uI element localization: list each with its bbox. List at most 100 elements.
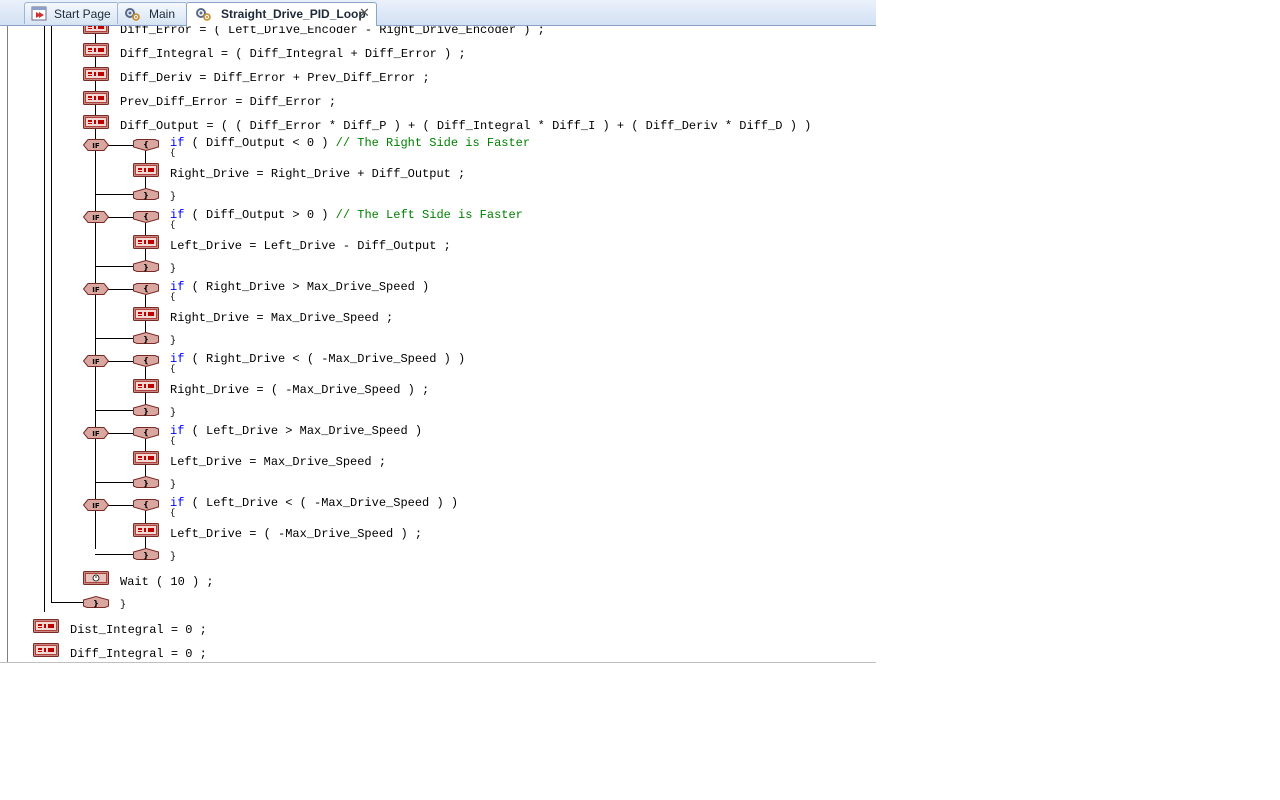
close-brace-block-icon[interactable] [133,332,159,344]
if-block-icon[interactable] [83,427,109,439]
close-brace-block-icon[interactable] [133,260,159,272]
assignment-block-icon[interactable] [133,307,159,321]
tab-start-page-label: Start Page [54,7,111,21]
assignment-block-icon[interactable] [133,379,159,393]
open-brace-block-icon[interactable] [133,211,159,223]
if-block-icon[interactable] [83,499,109,511]
code-line-if[interactable]: if ( Left_Drive > Max_Drive_Speed ) [170,424,422,438]
if-connector [107,505,134,506]
assignment-block-icon[interactable] [133,451,159,465]
open-brace: { [170,508,176,518]
close-tab-icon[interactable]: ✕ [359,5,370,21]
if-condition: ( Left_Drive < ( -Max_Drive_Speed ) ) [184,496,459,510]
editor-gutter [0,26,8,662]
code-line[interactable]: Diff_Integral = ( Diff_Integral + Diff_E… [120,47,466,61]
code-line[interactable]: Left_Drive = Left_Drive - Diff_Output ; [170,239,451,253]
code-line[interactable]: Diff_Output = ( ( Diff_Error * Diff_P ) … [120,119,811,133]
if-close-connector [95,482,133,483]
code-line[interactable]: Left_Drive = ( -Max_Drive_Speed ) ; [170,527,422,541]
if-block-icon[interactable] [83,283,109,295]
if-condition: ( Left_Drive > Max_Drive_Speed ) [184,424,423,438]
open-brace-block-icon[interactable] [133,283,159,295]
document-tab-bar: Start Page Main Straight_Drive_PID_Loop … [0,0,876,26]
close-brace: } [170,192,177,203]
code-line-if[interactable]: if ( Diff_Output > 0 ) // The Left Side … [170,208,523,222]
assignment-block-icon[interactable] [83,115,109,129]
tab-start-page[interactable]: Start Page [24,2,119,24]
if-close-connector [95,194,133,195]
open-brace: { [170,148,176,158]
if-close-connector [95,266,133,267]
vex-program-editor-window: Start Page Main Straight_Drive_PID_Loop … [0,0,876,664]
code-line[interactable]: Right_Drive = Right_Drive + Diff_Output … [170,167,465,181]
if-connector [107,361,134,362]
if-close-connector [95,338,133,339]
if-block-icon[interactable] [83,355,109,367]
code-line[interactable]: Right_Drive = Max_Drive_Speed ; [170,311,393,325]
assignment-block-icon[interactable] [33,643,59,657]
code-line-if[interactable]: if ( Right_Drive < ( -Max_Drive_Speed ) … [170,352,465,366]
tree-line-loop-end [51,602,83,603]
tab-straight-drive-pid-loop[interactable]: Straight_Drive_PID_Loop ✕ [186,2,377,26]
wait-block-icon[interactable] [83,571,109,585]
close-brace: } [170,480,177,491]
tab-main-label: Main [149,7,176,21]
code-editor[interactable]: Diff_Error = ( Left_Drive_Encoder - Righ… [0,26,876,662]
code-line[interactable]: Diff_Error = ( Left_Drive_Encoder - Righ… [120,26,545,37]
open-brace: { [170,364,176,374]
open-brace: { [170,292,176,302]
close-brace: } [170,552,177,563]
assignment-block-icon[interactable] [133,163,159,177]
close-brace-block-icon[interactable] [133,188,159,200]
close-brace: } [170,336,177,347]
if-connector [107,217,134,218]
code-line[interactable]: Dist_Integral = 0 ; [70,623,207,637]
assignment-block-icon[interactable] [133,523,159,537]
if-close-connector [95,410,133,411]
editor-bottom-border [0,662,876,663]
code-line[interactable]: Prev_Diff_Error = Diff_Error ; [120,95,336,109]
if-condition: ( Diff_Output > 0 ) [184,208,336,222]
open-brace-block-icon[interactable] [133,355,159,367]
code-line[interactable]: Diff_Integral = 0 ; [70,647,207,661]
close-brace-block-icon[interactable] [133,548,159,560]
if-connector [107,289,134,290]
if-condition: ( Right_Drive > Max_Drive_Speed ) [184,280,430,294]
assignment-block-icon[interactable] [33,619,59,633]
close-brace: } [170,408,177,419]
if-condition: ( Diff_Output < 0 ) [184,136,336,150]
code-line[interactable]: Wait ( 10 ) ; [120,575,214,589]
if-connector [107,433,134,434]
if-close-connector [95,554,133,555]
close-brace-block-icon[interactable] [83,596,109,608]
open-brace: { [170,220,176,230]
assignment-block-icon[interactable] [83,91,109,105]
assignment-block-icon[interactable] [133,235,159,249]
assignment-block-icon[interactable] [83,43,109,57]
open-brace-block-icon[interactable] [133,139,159,151]
if-connector [107,145,134,146]
code-line-if[interactable]: if ( Diff_Output < 0 ) // The Right Side… [170,136,530,150]
tree-line-outer [44,26,45,612]
code-line[interactable]: Right_Drive = ( -Max_Drive_Speed ) ; [170,383,429,397]
tree-line-loop [51,26,52,602]
code-comment: // The Right Side is Faster [335,136,531,150]
tab-straight-drive-pid-loop-label: Straight_Drive_PID_Loop [221,7,366,21]
close-brace: } [170,264,177,275]
code-line[interactable]: Diff_Deriv = Diff_Error + Prev_Diff_Erro… [120,71,430,85]
assignment-block-icon[interactable] [83,26,109,34]
code-line[interactable]: Left_Drive = Max_Drive_Speed ; [170,455,386,469]
assignment-block-icon[interactable] [83,67,109,81]
open-brace: { [170,436,176,446]
tab-main[interactable]: Main [117,2,188,24]
program-icon [125,8,140,21]
if-block-icon[interactable] [83,211,109,223]
close-brace-block-icon[interactable] [133,476,159,488]
open-brace-block-icon[interactable] [133,499,159,511]
code-line-if[interactable]: if ( Left_Drive < ( -Max_Drive_Speed ) ) [170,496,458,510]
open-brace-block-icon[interactable] [133,427,159,439]
close-brace-block-icon[interactable] [133,404,159,416]
close-brace: } [120,600,127,611]
code-line-if[interactable]: if ( Right_Drive > Max_Drive_Speed ) [170,280,429,294]
if-block-icon[interactable] [83,139,109,151]
